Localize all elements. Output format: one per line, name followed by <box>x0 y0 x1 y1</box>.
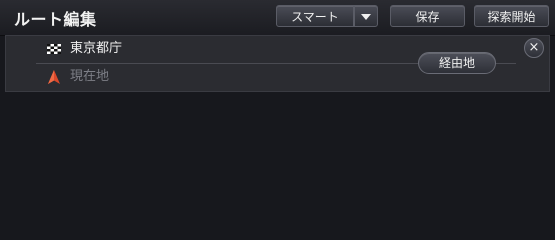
destination-label: 東京都庁 <box>70 41 123 56</box>
route-mode-dropdown-button[interactable] <box>354 5 378 27</box>
save-button[interactable]: 保存 <box>390 5 465 27</box>
page-title: ルート編集 <box>14 10 97 29</box>
checkered-flag-icon <box>47 44 61 54</box>
close-icon[interactable]: × <box>524 38 544 58</box>
current-location-arrow-icon <box>48 70 60 84</box>
chevron-down-icon <box>361 13 371 20</box>
title-bar: ルート編集 スマート 保存 探索開始 <box>0 0 555 36</box>
origin-label: 現在地 <box>70 69 110 84</box>
add-waypoint-button[interactable]: 経由地 <box>418 52 496 74</box>
route-mode-button[interactable]: スマート <box>276 5 354 27</box>
start-search-button[interactable]: 探索開始 <box>474 5 549 27</box>
